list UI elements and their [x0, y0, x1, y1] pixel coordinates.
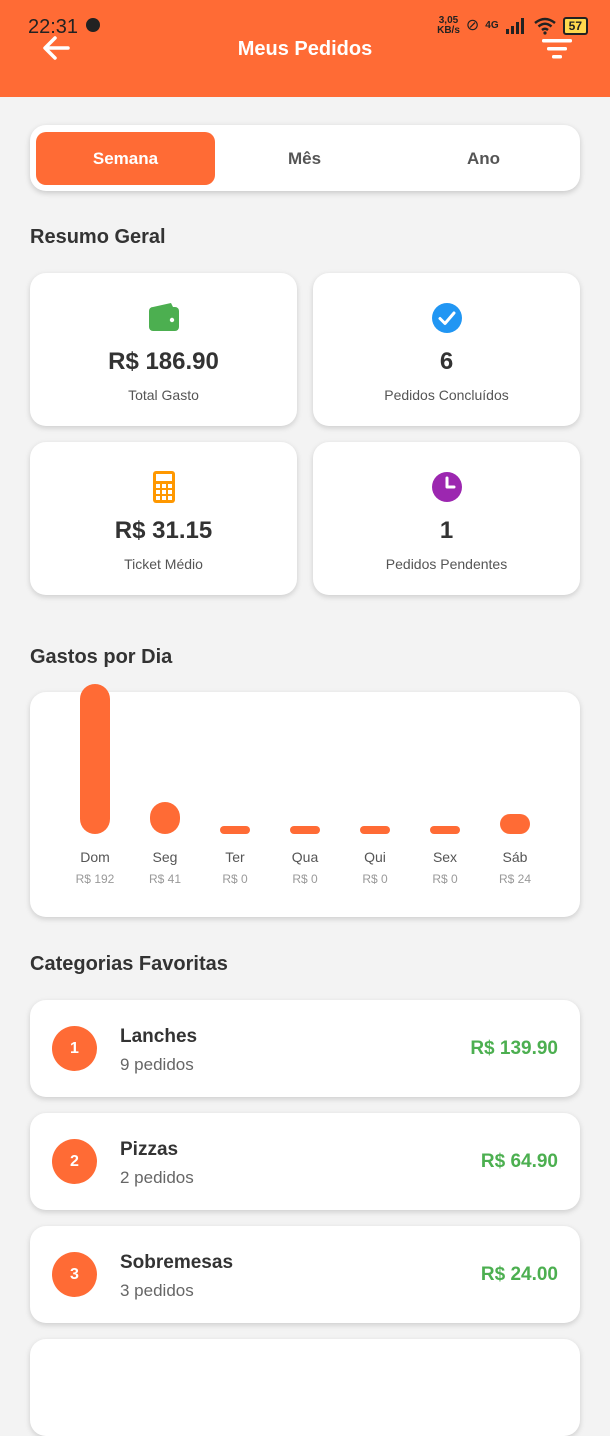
- category-order-count: 9 pedidos: [120, 1055, 194, 1074]
- page-title: Meus Pedidos: [237, 38, 373, 60]
- average-ticket-card: R$ 31.15 Ticket Médio: [30, 442, 297, 595]
- category-item-partial[interactable]: [30, 1339, 580, 1436]
- day-value: R$ 0: [292, 872, 318, 886]
- day-value: R$ 41: [148, 872, 182, 886]
- notification-icon: [86, 18, 100, 32]
- day-label: Sáb: [502, 849, 528, 865]
- app-bar: 22:31 3,05 KB/s ⊘ 4G 57 Meus Pedidos: [0, 0, 610, 97]
- check-circle-icon: [431, 303, 462, 333]
- period-tabs: Semana Mês Ano: [30, 125, 580, 191]
- chart-bar-ter: [220, 826, 250, 834]
- category-amount: R$ 64.90: [480, 1151, 558, 1172]
- category-item[interactable]: 1 Lanches 9 pedidos R$ 139.90: [30, 1000, 580, 1097]
- tab-mes[interactable]: Mês: [215, 132, 394, 185]
- completed-orders-card: 6 Pedidos Concluídos: [313, 273, 580, 426]
- network-type: 4G: [485, 20, 499, 31]
- wifi-icon: [533, 17, 556, 35]
- tab-semana[interactable]: Semana: [36, 132, 215, 185]
- category-rank-badge: 1: [52, 1026, 97, 1071]
- total-spent-value: R$ 186.90: [108, 348, 219, 375]
- category-amount: R$ 139.90: [470, 1038, 558, 1059]
- filter-icon[interactable]: [540, 36, 574, 62]
- category-item[interactable]: 2 Pizzas 2 pedidos R$ 64.90: [30, 1113, 580, 1210]
- signal-icon: [505, 18, 524, 34]
- day-label: Qui: [364, 849, 386, 865]
- chart-bar-sáb: [500, 814, 530, 834]
- battery-icon: 57: [562, 17, 588, 35]
- total-spent-card: R$ 186.90 Total Gasto: [30, 273, 297, 426]
- pending-orders-card: 1 Pedidos Pendentes: [313, 442, 580, 595]
- day-label: Seg: [152, 849, 178, 865]
- category-rank-badge: 3: [52, 1252, 97, 1297]
- pending-orders-label: Pedidos Pendentes: [385, 556, 508, 572]
- day-label: Sex: [432, 849, 458, 865]
- day-label: Qua: [291, 849, 319, 865]
- day-value: R$ 192: [75, 872, 115, 886]
- tab-ano[interactable]: Ano: [394, 132, 573, 185]
- category-item[interactable]: 3 Sobremesas 3 pedidos R$ 24.00: [30, 1226, 580, 1323]
- day-value: R$ 0: [222, 872, 248, 886]
- chart-area: Dom R$ 192 Seg R$ 41 Ter R$ 0 Qua R$ 0 Q…: [30, 684, 580, 917]
- day-value: R$ 0: [432, 872, 458, 886]
- category-rank-badge: 2: [52, 1139, 97, 1184]
- category-name: Sobremesas: [120, 1252, 234, 1273]
- day-label: Dom: [80, 849, 110, 865]
- network-speed: 3,05 KB/s: [437, 16, 460, 36]
- average-ticket-value: R$ 31.15: [114, 517, 213, 544]
- calculator-icon: [152, 471, 175, 503]
- completed-orders-label: Pedidos Concluídos: [384, 387, 509, 403]
- category-name: Lanches: [120, 1026, 198, 1047]
- chart-bar-qua: [290, 826, 320, 834]
- category-order-count: 3 pedidos: [120, 1281, 194, 1300]
- day-label: Ter: [225, 849, 245, 865]
- pending-orders-value: 1: [439, 517, 454, 544]
- chart-bar-seg: [150, 801, 180, 834]
- speed-unit: KB/s: [437, 25, 460, 36]
- chart-bar-qui: [360, 826, 390, 834]
- average-ticket-label: Ticket Médio: [124, 556, 203, 572]
- chart-bar-sex: [430, 826, 460, 834]
- category-name: Pizzas: [120, 1139, 179, 1160]
- completed-orders-value: 6: [439, 348, 454, 375]
- day-value: R$ 0: [362, 872, 388, 886]
- wallet-icon: [148, 303, 179, 331]
- category-order-count: 2 pedidos: [120, 1168, 194, 1187]
- daily-spending-chart: Dom R$ 192 Seg R$ 41 Ter R$ 0 Qua R$ 0 Q…: [30, 684, 580, 917]
- daily-spending-title: Gastos por Dia: [30, 646, 173, 668]
- status-icons: 3,05 KB/s ⊘ 4G 57: [437, 16, 588, 36]
- day-value: R$ 24: [498, 872, 532, 886]
- favorite-categories-title: Categorias Favoritas: [30, 953, 228, 975]
- clock-icon: [431, 472, 462, 502]
- category-amount: R$ 24.00: [480, 1264, 558, 1285]
- mute-icon: ⊘: [465, 17, 480, 34]
- summary-title: Resumo Geral: [30, 226, 166, 248]
- total-spent-label: Total Gasto: [128, 387, 199, 403]
- chart-bar-dom: [80, 684, 110, 834]
